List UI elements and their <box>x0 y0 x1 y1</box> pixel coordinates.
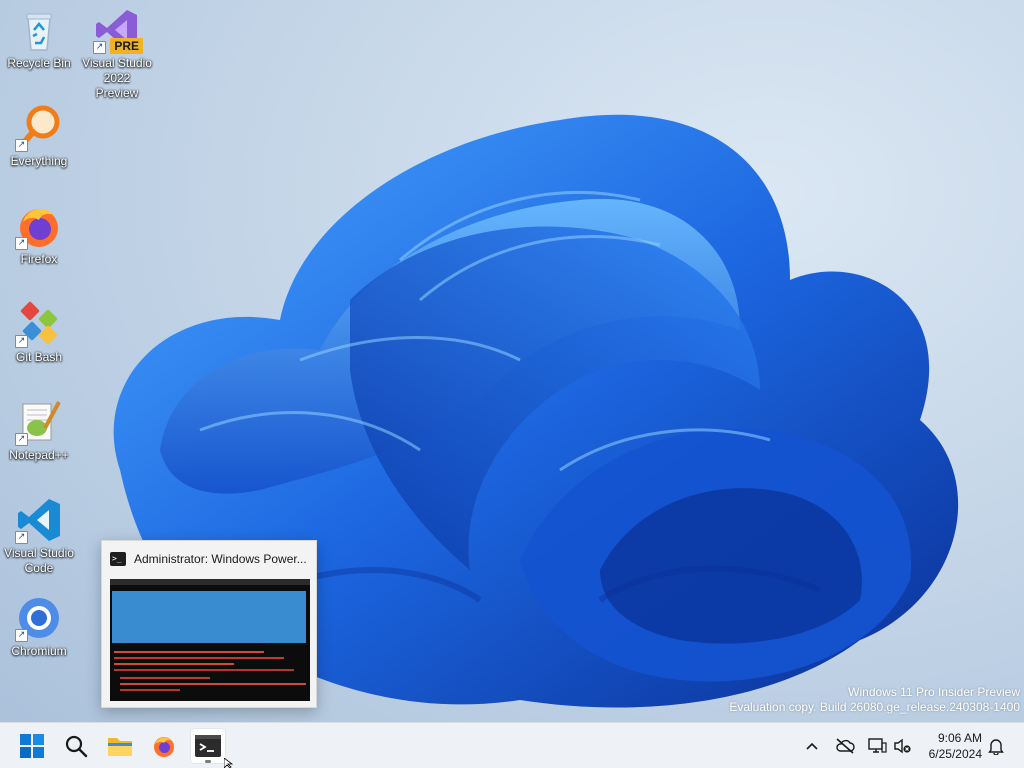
watermark-build: Evaluation copy. Build 26080.ge_release.… <box>729 700 1020 714</box>
desktop-icon-firefox[interactable]: ↗ Firefox <box>4 202 74 267</box>
desktop-icon-visual-studio-preview[interactable]: PRE ↗ Visual Studio 2022 Preview <box>82 6 152 101</box>
network-icon <box>868 738 887 753</box>
recycle-bin-icon <box>15 6 63 54</box>
shortcut-arrow-icon: ↗ <box>15 237 28 250</box>
notification-center-button[interactable] <box>984 723 1008 768</box>
terminal-taskbar-button[interactable] <box>190 728 226 764</box>
desktop-icon-label: Chromium <box>11 644 67 658</box>
desktop-icon-label: Recycle Bin <box>7 56 71 70</box>
thumbnail-window-preview[interactable] <box>110 579 310 701</box>
start-button[interactable] <box>14 728 50 764</box>
preview-text-line <box>114 651 264 653</box>
shortcut-arrow-icon: ↗ <box>15 629 28 642</box>
desktop-icon-label: Notepad++ <box>9 448 69 462</box>
preview-text-line <box>114 669 294 671</box>
desktop-icon-vscode[interactable]: ↗ Visual Studio Code <box>4 496 74 576</box>
firefox-taskbar-button[interactable] <box>146 728 182 764</box>
shortcut-arrow-icon: ↗ <box>93 41 106 54</box>
onedrive-tray-button[interactable] <box>832 723 858 768</box>
preview-titlebar <box>110 579 310 585</box>
terminal-icon <box>195 735 221 757</box>
shortcut-arrow-icon: ↗ <box>15 139 28 152</box>
preview-text-line <box>114 657 284 659</box>
desktop-icon-label: Everything <box>10 154 68 168</box>
file-explorer-button[interactable] <box>102 728 138 764</box>
clock-time: 9:06 AM <box>937 731 982 745</box>
volume-muted-icon <box>894 738 911 754</box>
preview-progress-block <box>112 591 306 643</box>
preview-text-line <box>120 689 180 691</box>
desktop-icon-label: Git Bash <box>15 350 63 364</box>
windows-watermark: Windows 11 Pro Insider Preview Evaluatio… <box>729 685 1020 715</box>
preview-text-line <box>120 677 210 679</box>
file-explorer-icon <box>108 738 132 756</box>
thumbnail-title: Administrator: Windows Power... <box>134 552 307 566</box>
notepad-plus-plus-icon: ↗ <box>15 398 63 446</box>
desktop-icon-notepad-plus-plus[interactable]: ↗ Notepad++ <box>4 398 74 463</box>
visual-studio-preview-icon: PRE ↗ <box>93 6 143 54</box>
shortcut-arrow-icon: ↗ <box>15 433 28 446</box>
volume-tray-button[interactable] <box>890 723 914 768</box>
pre-badge: PRE <box>110 38 143 54</box>
vscode-icon: ↗ <box>15 496 63 544</box>
shortcut-arrow-icon: ↗ <box>15 531 28 544</box>
shortcut-arrow-icon: ↗ <box>15 335 28 348</box>
desktop-icon-everything[interactable]: ↗ Everything <box>4 104 74 169</box>
thumbnail-header: >_ Administrator: Windows Power... <box>102 541 316 577</box>
powershell-icon: >_ <box>110 552 126 566</box>
watermark-edition: Windows 11 Pro Insider Preview <box>848 685 1020 699</box>
desktop-icon-label: Visual Studio Code <box>4 546 74 575</box>
desktop-icon-label: Visual Studio 2022 Preview <box>82 56 152 100</box>
everything-search-icon: ↗ <box>15 104 63 152</box>
search-icon <box>65 735 88 758</box>
clock[interactable]: 9:06 AM 6/25/2024 <box>929 730 982 762</box>
chevron-up-icon <box>806 742 818 750</box>
taskbar-thumbnail-preview[interactable]: >_ Administrator: Windows Power... <box>101 540 317 708</box>
desktop-icon-git-bash[interactable]: ↗ Git Bash <box>4 300 74 365</box>
running-indicator <box>205 760 211 763</box>
start-icon <box>20 734 44 758</box>
firefox-icon: ↗ <box>15 202 63 250</box>
network-tray-button[interactable] <box>864 723 890 768</box>
clock-date: 6/25/2024 <box>928 747 982 761</box>
notification-bell-icon <box>988 739 1004 755</box>
firefox-icon <box>154 737 174 757</box>
desktop-icon-chromium[interactable]: ↗ Chromium <box>4 594 74 659</box>
preview-text-line <box>120 683 306 685</box>
mouse-cursor-icon <box>224 758 234 768</box>
git-bash-icon: ↗ <box>15 300 63 348</box>
cloud-offline-icon <box>836 738 855 754</box>
chromium-icon: ↗ <box>15 594 63 642</box>
desktop-icon-recycle-bin[interactable]: Recycle Bin <box>4 6 74 71</box>
taskbar: 9:06 AM 6/25/2024 <box>0 722 1024 768</box>
desktop-icon-label: Firefox <box>20 252 58 266</box>
preview-text-line <box>114 663 234 665</box>
search-button[interactable] <box>58 728 94 764</box>
show-hidden-icons-button[interactable] <box>800 723 824 768</box>
